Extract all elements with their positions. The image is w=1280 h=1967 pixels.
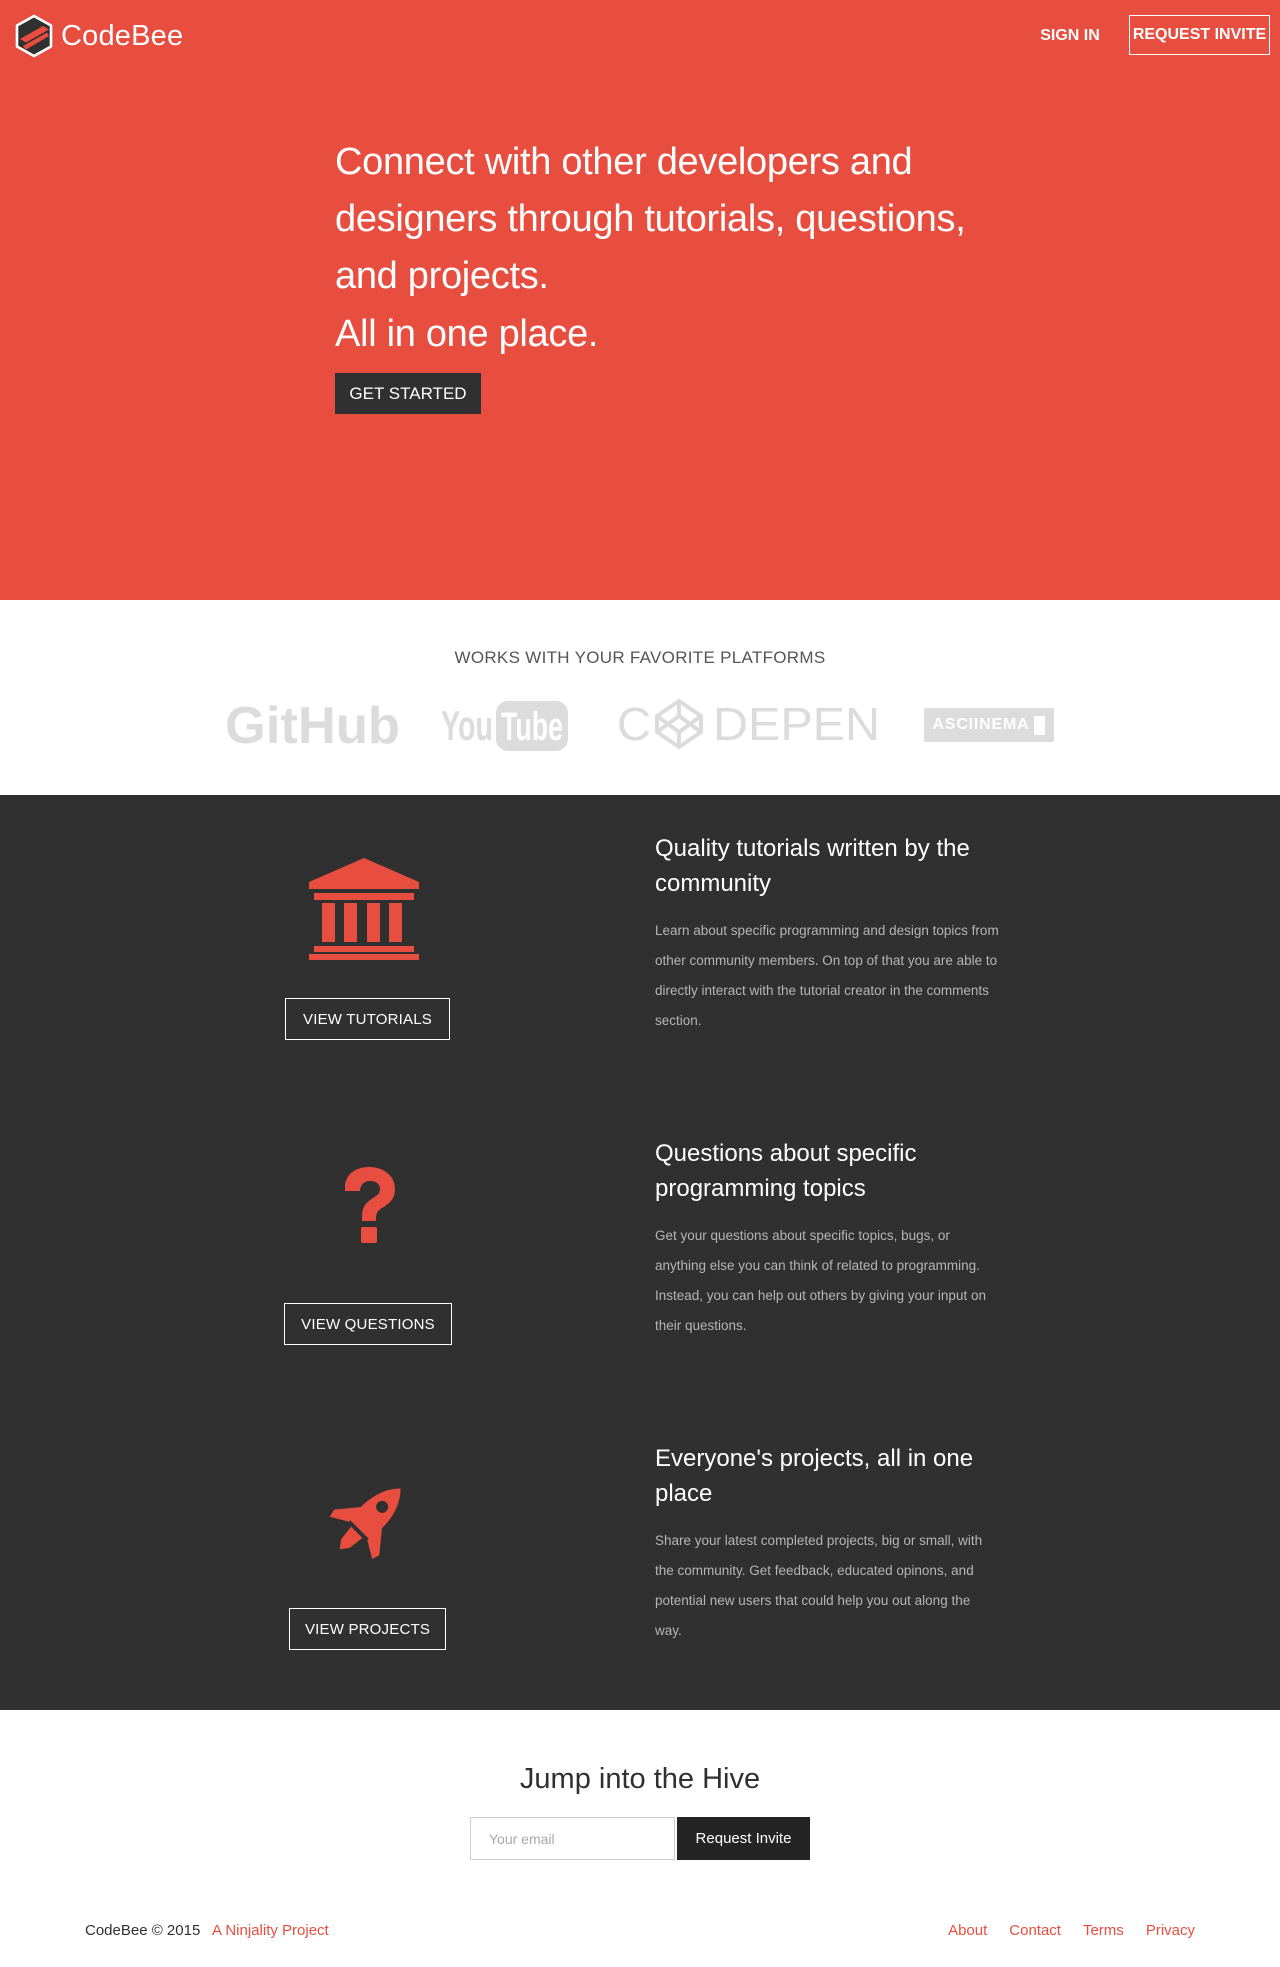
feature-tutorials: VIEW TUTORIALS Quality tutorials written…: [0, 795, 1280, 1100]
hero-subline: All in one place.: [335, 313, 599, 355]
hero-headline: Connect with other developers and design…: [335, 141, 966, 297]
brand[interactable]: CodeBee: [14, 14, 183, 58]
codepen-logo: C DEPEN: [617, 698, 880, 750]
request-invite-button[interactable]: REQUEST INVITE: [1129, 15, 1270, 55]
github-logo-text: GitHub: [225, 697, 400, 753]
feature-title: Quality tutorials written by the communi…: [655, 835, 970, 897]
codebee-logo-icon: [15, 14, 53, 58]
youtube-logo-you: You: [441, 702, 493, 749]
asciinema-logo-text: ASCIINEMA: [932, 716, 1030, 733]
sign-in-link[interactable]: SIGN IN: [1025, 25, 1115, 47]
footer-nav: About Contact Terms Privacy: [948, 1922, 1195, 1939]
hero-section: CodeBee SIGN IN REQUEST INVITE Connect w…: [0, 0, 1280, 600]
feature-description: Learn about specific programming and des…: [655, 923, 999, 1028]
feature-description: Get your questions about specific topics…: [655, 1228, 986, 1333]
rocket-icon: [329, 1488, 401, 1560]
feature-projects: VIEW PROJECTS Everyone's projects, all i…: [0, 1405, 1280, 1710]
feature-questions: VIEW QUESTIONS Questions about specific …: [0, 1100, 1280, 1405]
footer-link-privacy[interactable]: Privacy: [1146, 1922, 1195, 1939]
youtube-logo-tube: Tube: [501, 705, 563, 749]
feature-title: Everyone's projects, all in one place: [655, 1445, 974, 1507]
asciinema-logo: ASCIINEMA: [924, 708, 1054, 742]
codepen-logo-depen: DEPEN: [713, 698, 880, 750]
feature-title: Questions about specific programming top…: [655, 1140, 917, 1202]
brand-name: CodeBee: [61, 19, 184, 52]
view-questions-button[interactable]: VIEW QUESTIONS: [284, 1303, 452, 1345]
footer-link-about[interactable]: About: [948, 1922, 987, 1939]
view-tutorials-button[interactable]: VIEW TUTORIALS: [285, 998, 450, 1040]
footer-link-terms[interactable]: Terms: [1083, 1922, 1124, 1939]
features-section: VIEW TUTORIALS Quality tutorials written…: [0, 795, 1280, 1710]
request-invite-submit-button[interactable]: Request Invite: [677, 1817, 810, 1860]
platforms-section: WORKS WITH YOUR FAVORITE PLATFORMS GitHu…: [0, 600, 1280, 795]
codepen-logo-c: C: [617, 698, 651, 750]
youtube-logo: You Tube: [441, 701, 568, 751]
signup-title: Jump into the Hive: [519, 1763, 761, 1795]
footer-link-contact[interactable]: Contact: [1009, 1922, 1061, 1939]
get-started-button[interactable]: GET STARTED: [335, 373, 481, 414]
ninjality-link[interactable]: A Ninjality Project: [212, 1922, 329, 1939]
signup-section: Jump into the Hive Request Invite: [0, 1710, 1280, 1860]
cursor-block-icon: [1034, 715, 1046, 735]
email-input[interactable]: [470, 1817, 675, 1860]
view-projects-button[interactable]: VIEW PROJECTS: [289, 1608, 446, 1650]
bank-icon: [309, 858, 419, 960]
feature-description: Share your latest completed projects, bi…: [655, 1533, 983, 1638]
footer: CodeBee © 2015 A Ninjality Project About…: [0, 1860, 1280, 1967]
question-icon: [345, 1167, 395, 1243]
github-logo: GitHub: [225, 697, 400, 753]
footer-copyright: CodeBee © 2015: [85, 1922, 201, 1939]
codepen-cube-icon: [655, 699, 703, 749]
platforms-title: WORKS WITH YOUR FAVORITE PLATFORMS: [454, 648, 826, 667]
